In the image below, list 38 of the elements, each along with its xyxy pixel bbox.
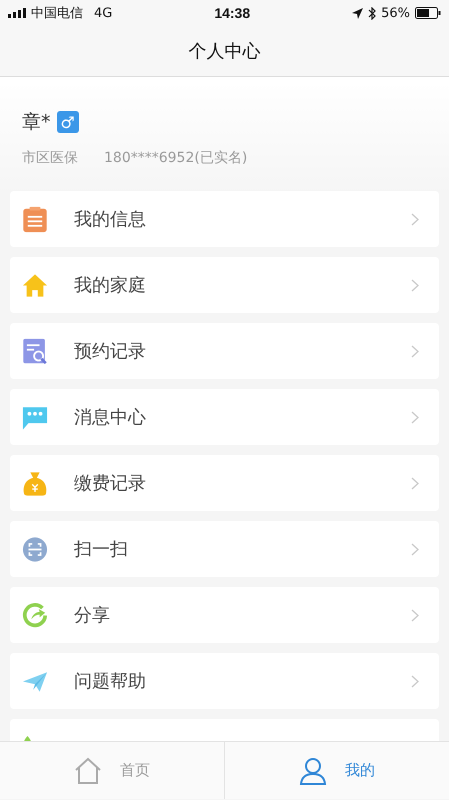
menu-item[interactable]: 我的家庭 — [10, 257, 439, 313]
money-bag-icon — [22, 470, 48, 496]
phone-number: 180****6952(已实名) — [104, 149, 248, 167]
network-type: 4G — [94, 6, 112, 20]
chevron-icon — [411, 344, 419, 358]
menu-item[interactable]: 问题帮助 — [10, 653, 439, 709]
gender-badge: ♂ — [56, 111, 78, 133]
menu-item[interactable]: 消息中心 — [10, 389, 439, 445]
scan-icon — [22, 536, 48, 562]
page-title: 个人中心 — [188, 40, 260, 63]
insurance-type: 市区医保 — [22, 149, 78, 167]
battery-percent: 56% — [381, 6, 410, 20]
chevron-icon — [411, 674, 419, 688]
house-icon — [22, 272, 48, 298]
menu-item[interactable]: 缴费记录 — [10, 455, 439, 511]
chevron-icon — [411, 212, 419, 226]
chevron-icon — [411, 278, 419, 292]
user-name: 章* — [22, 110, 50, 135]
chevron-icon — [411, 476, 419, 490]
tab-button[interactable]: 我的 — [224, 742, 449, 799]
menu-item[interactable]: 预约记录 — [10, 323, 439, 379]
signal-icon — [8, 8, 26, 18]
chevron-icon — [411, 542, 419, 556]
clipboard-icon — [22, 206, 48, 232]
menu-item[interactable]: 我的信息 — [10, 191, 439, 247]
status-time: 14:38 — [214, 5, 250, 21]
bluetooth-icon — [368, 6, 376, 20]
share-icon — [22, 602, 48, 628]
menu-item[interactable]: 扫一扫 — [10, 521, 439, 577]
location-icon — [352, 8, 364, 18]
person-icon — [299, 756, 327, 784]
chevron-icon — [411, 410, 419, 424]
carrier-name: 中国电信 — [31, 5, 83, 22]
home-icon — [74, 756, 102, 784]
battery-icon — [414, 7, 441, 19]
chevron-icon — [411, 608, 419, 622]
document-search-icon — [22, 338, 48, 364]
menu-item[interactable]: 分享 — [10, 587, 439, 643]
